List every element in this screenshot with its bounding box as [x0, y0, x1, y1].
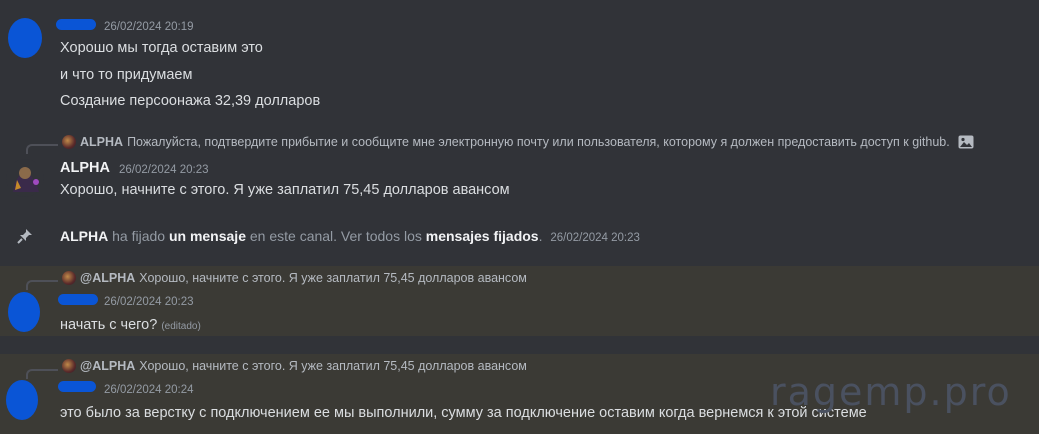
message-timestamp: 26/02/2024 20:19: [104, 21, 194, 33]
pin-icon: [17, 229, 32, 244]
message-timestamp: 26/02/2024 20:24: [104, 384, 194, 396]
pin-text-1: ha fijado: [108, 228, 169, 244]
reply-text: Пожалуйста, подтвердите прибытие и сообщ…: [127, 135, 950, 149]
pin-author[interactable]: ALPHA: [60, 228, 108, 244]
pin-text-3: .: [538, 228, 543, 244]
pinned-messages-link[interactable]: mensajes fijados: [426, 228, 539, 244]
reply-avatar: [62, 135, 76, 149]
avatar[interactable]: [6, 380, 38, 420]
avatar[interactable]: [8, 18, 42, 58]
message-timestamp: 26/02/2024 20:23: [119, 164, 209, 176]
pinned-message-link[interactable]: un mensaje: [169, 228, 246, 244]
reply-text: Хорошо, начните с этого. Я уже заплатил …: [139, 359, 527, 373]
message-text: Хорошо, начните с этого. Я уже заплатил …: [60, 182, 510, 198]
edited-label: (editado): [161, 321, 201, 332]
message-text: Хорошо мы тогда оставим это: [60, 40, 263, 56]
username-redacted[interactable]: [58, 294, 98, 305]
message-body: начать с чего?: [60, 317, 158, 333]
author-name[interactable]: ALPHA: [60, 160, 110, 176]
reply-connector: [26, 144, 58, 154]
pin-timestamp: 26/02/2024 20:23: [550, 232, 640, 244]
pin-notice: ALPHA ha fijado un mensaje en este canal…: [60, 228, 640, 244]
username-redacted[interactable]: [56, 19, 96, 30]
watermark: ragemp.pro: [770, 370, 1012, 414]
reply-connector: [26, 369, 58, 379]
reply-avatar: [62, 271, 76, 285]
image-icon: [958, 135, 974, 149]
pin-text-2: en este canal. Ver todos los: [245, 228, 426, 244]
message-text: и что то придумаем: [60, 67, 193, 83]
reply-text: Хорошо, начните с этого. Я уже заплатил …: [139, 271, 527, 285]
reply-author[interactable]: @ALPHA: [80, 359, 135, 373]
message-text: Создание персоонажа 32,39 долларов: [60, 93, 321, 109]
reply-author[interactable]: @ALPHA: [80, 271, 135, 285]
reply-preview[interactable]: @ALPHA Хорошо, начните с этого. Я уже за…: [62, 271, 527, 285]
avatar[interactable]: [8, 292, 40, 332]
message-text: начать с чего? (editado): [60, 317, 201, 333]
message-text: это было за верстку с подключением ее мы…: [60, 405, 867, 421]
reply-avatar: [62, 359, 76, 373]
reply-preview[interactable]: ALPHA Пожалуйста, подтвердите прибытие и…: [62, 135, 974, 149]
reply-author[interactable]: ALPHA: [80, 135, 123, 149]
username-redacted[interactable]: [58, 381, 96, 392]
reply-preview[interactable]: @ALPHA Хорошо, начните с этого. Я уже за…: [62, 359, 527, 373]
message-timestamp: 26/02/2024 20:23: [104, 296, 194, 308]
avatar[interactable]: [5, 158, 45, 198]
reply-connector: [26, 280, 58, 290]
